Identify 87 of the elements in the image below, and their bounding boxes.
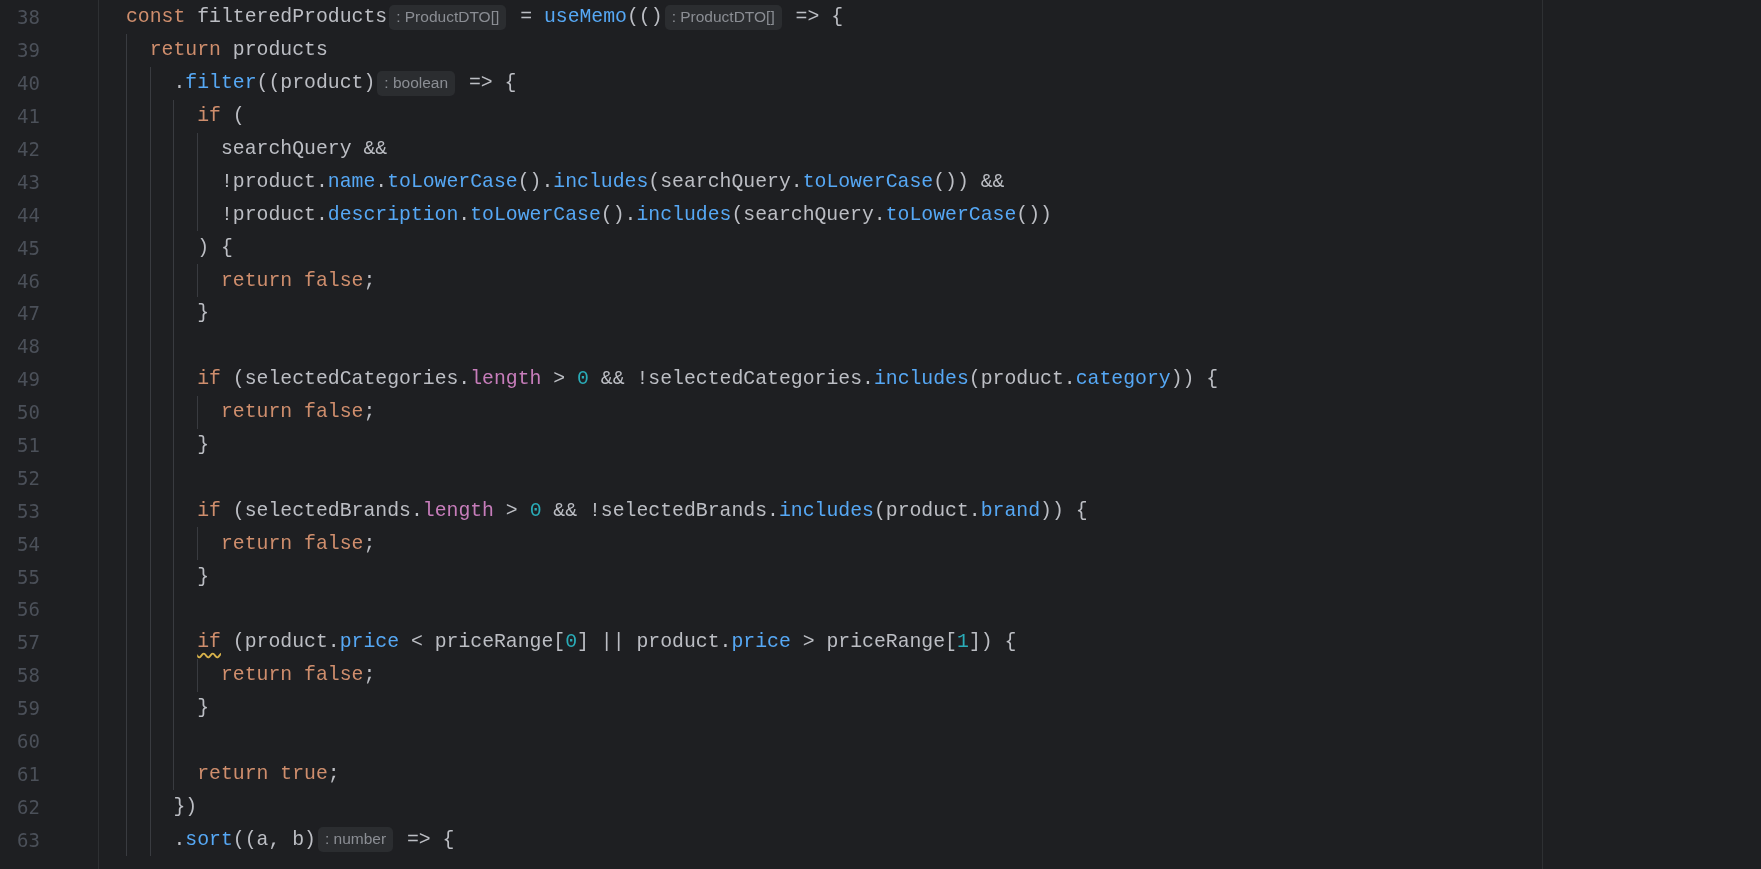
code-token: toLowerCase bbox=[802, 170, 934, 193]
code-token: price bbox=[731, 631, 791, 654]
code-token: if bbox=[197, 105, 221, 128]
code-token: brand bbox=[980, 499, 1041, 522]
code-token: }) bbox=[173, 795, 198, 818]
code-token: > priceRange[ bbox=[801, 631, 957, 654]
code-token: includes bbox=[778, 499, 874, 522]
code-token: ]) { bbox=[968, 631, 1017, 654]
code-token: ((a, b) bbox=[232, 828, 316, 851]
code-token: return false bbox=[220, 664, 364, 687]
code-token: useMemo bbox=[543, 6, 627, 29]
type-hint: : ProductDTO[] bbox=[664, 4, 782, 30]
code-token: && !selectedBrands. bbox=[552, 499, 779, 522]
code-token: ) { bbox=[197, 236, 233, 259]
code-token: (selectedBrands. bbox=[231, 499, 423, 522]
code-token: 1 bbox=[957, 631, 969, 654]
code-token: (product. bbox=[873, 499, 981, 522]
code-token: ; bbox=[363, 664, 376, 687]
code-token: } bbox=[197, 697, 210, 720]
code-token: return false bbox=[220, 532, 364, 555]
code-token: } bbox=[197, 434, 210, 456]
code-token: )) { bbox=[1170, 368, 1219, 391]
code-token: includes bbox=[553, 170, 649, 193]
code-token: toLowerCase bbox=[470, 203, 601, 226]
code-token: length bbox=[470, 368, 542, 391]
code-token: < priceRange[ bbox=[409, 631, 566, 654]
code-token: !product. bbox=[220, 170, 328, 193]
code-token: if bbox=[197, 368, 221, 391]
code-token: 0 bbox=[577, 368, 589, 391]
type-hint: : ProductDTO[] bbox=[389, 4, 507, 30]
code-token: (searchQuery. bbox=[648, 170, 803, 193]
code-token: searchQuery && bbox=[220, 138, 388, 160]
code-token: ] || product. bbox=[577, 631, 732, 654]
code-token: ; bbox=[363, 401, 376, 424]
code-token: . bbox=[458, 203, 471, 226]
code-token: name bbox=[327, 170, 376, 193]
code-token: => { bbox=[405, 828, 455, 851]
code-token: length bbox=[422, 499, 494, 522]
code-token: (). bbox=[517, 170, 554, 193]
code-token: = bbox=[519, 6, 533, 29]
code-token: )) { bbox=[1040, 499, 1088, 522]
code-token: sort bbox=[185, 828, 233, 851]
code-token: 0 bbox=[565, 631, 578, 654]
code-token: filter bbox=[185, 72, 257, 95]
code-token: return bbox=[149, 39, 221, 62]
code-token: !product. bbox=[220, 203, 328, 226]
code-token: } bbox=[197, 565, 210, 588]
code-token: filteredProducts bbox=[196, 6, 388, 29]
code-token: (() bbox=[627, 6, 663, 29]
code-token: (product. bbox=[231, 631, 340, 654]
code-token: (). bbox=[600, 203, 637, 226]
code-token: if bbox=[197, 499, 221, 522]
code-token: . bbox=[375, 170, 388, 193]
type-hint: : boolean bbox=[377, 70, 456, 96]
code-token: category bbox=[1075, 368, 1171, 391]
code-token: if bbox=[197, 631, 221, 654]
code-token: return false bbox=[220, 401, 364, 424]
code-token: return false bbox=[220, 269, 364, 292]
code-token: ()) && bbox=[933, 170, 1005, 193]
code-token: price bbox=[339, 631, 400, 654]
code-token: const bbox=[126, 6, 186, 29]
code-token: return true bbox=[197, 762, 328, 785]
code-token: description bbox=[327, 203, 459, 226]
code-token: ((product) bbox=[256, 72, 376, 95]
code-token: (product. bbox=[968, 368, 1076, 391]
code-token: 0 bbox=[529, 499, 542, 522]
code-token: ( bbox=[231, 105, 245, 128]
code-token: ; bbox=[327, 762, 340, 785]
code-token: > bbox=[552, 368, 567, 391]
type-hint: : number bbox=[317, 827, 394, 853]
code-token: toLowerCase bbox=[387, 170, 518, 193]
code-token: . bbox=[173, 828, 186, 851]
code-token: includes bbox=[636, 203, 732, 226]
code-token: => { bbox=[467, 72, 517, 95]
code-token: includes bbox=[873, 368, 969, 391]
code-token: } bbox=[197, 302, 210, 325]
code-token: ()) bbox=[1016, 203, 1052, 226]
code-token: ; bbox=[363, 532, 376, 555]
code-token: (searchQuery. bbox=[731, 203, 886, 226]
code-token: (selectedCategories. bbox=[231, 368, 471, 391]
code-token: products bbox=[231, 39, 328, 62]
code-token: && !selectedCategories. bbox=[599, 368, 874, 391]
code-token: => { bbox=[794, 6, 844, 29]
code-token: ; bbox=[363, 269, 376, 292]
code-token: . bbox=[173, 72, 186, 95]
code-token: toLowerCase bbox=[885, 203, 1017, 226]
code-token: > bbox=[504, 499, 519, 522]
